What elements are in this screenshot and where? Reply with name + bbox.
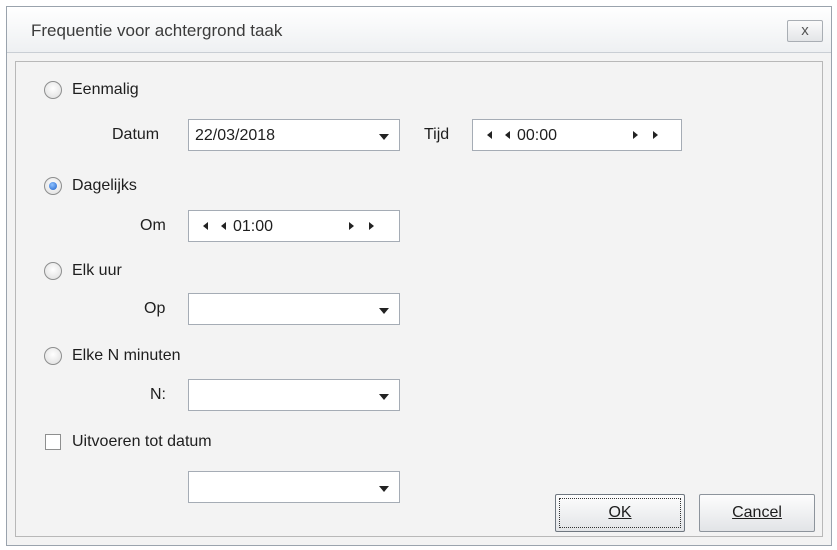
window-title: Frequentie voor achtergrond taak <box>31 21 283 40</box>
close-icon: x <box>801 22 809 39</box>
previous-icon[interactable] <box>221 222 226 230</box>
title-bar: Frequentie voor achtergrond taak x <box>7 7 831 53</box>
radio-dagelijks-label: Dagelijks <box>72 177 137 194</box>
time-value: 00:00 <box>517 127 558 144</box>
chevron-down-icon <box>379 394 389 400</box>
n-combo[interactable] <box>188 379 400 411</box>
radio-elke-n-minuten[interactable] <box>44 347 62 365</box>
until-date-checkbox[interactable] <box>45 434 61 450</box>
close-button[interactable]: x <box>787 20 823 42</box>
previous-fast-icon[interactable] <box>203 222 208 230</box>
on-label: Op <box>144 300 166 317</box>
time-spinner[interactable]: 00:00 <box>472 119 682 151</box>
dialog-body: Eenmalig Datum 22/03/2018 Tijd 00:00 Dag… <box>15 61 823 537</box>
radio-eenmalig-label: Eenmalig <box>72 81 139 98</box>
radio-elk-uur-label: Elk uur <box>72 262 122 279</box>
previous-fast-icon[interactable] <box>487 131 492 139</box>
at-time-value: 01:00 <box>233 218 274 235</box>
date-label: Datum <box>112 126 160 143</box>
radio-elke-n-minuten-label: Elke N minuten <box>72 347 181 364</box>
at-time-spinner[interactable]: 01:00 <box>188 210 400 242</box>
next-icon[interactable] <box>349 222 354 230</box>
previous-icon[interactable] <box>505 131 510 139</box>
chevron-down-icon <box>379 486 389 492</box>
dialog-window: Frequentie voor achtergrond taak x Eenma… <box>6 6 832 546</box>
radio-elk-uur[interactable] <box>44 262 62 280</box>
radio-eenmalig[interactable] <box>44 81 62 99</box>
until-date-combo[interactable] <box>188 471 400 503</box>
next-fast-icon[interactable] <box>653 131 658 139</box>
time-label: Tijd <box>424 126 450 143</box>
next-fast-icon[interactable] <box>369 222 374 230</box>
on-combo[interactable] <box>188 293 400 325</box>
cancel-button[interactable]: Cancel <box>699 494 815 532</box>
cancel-button-label: Cancel <box>732 504 782 521</box>
n-label: N: <box>150 386 166 403</box>
date-combo[interactable]: 22/03/2018 <box>188 119 400 151</box>
radio-dagelijks[interactable] <box>44 177 62 195</box>
date-value: 22/03/2018 <box>195 127 276 144</box>
ok-button-label: OK <box>608 504 632 521</box>
ok-button[interactable]: OK <box>555 494 685 532</box>
until-date-label: Uitvoeren tot datum <box>72 433 212 450</box>
next-icon[interactable] <box>633 131 638 139</box>
at-label: Om <box>140 217 166 234</box>
chevron-down-icon <box>379 308 389 314</box>
chevron-down-icon <box>379 134 389 140</box>
